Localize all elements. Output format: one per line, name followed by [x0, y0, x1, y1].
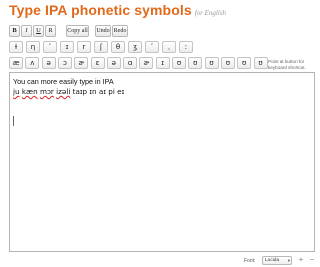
shortcut-hint: Point at button for keyboard shortcut. [268, 59, 306, 70]
font-select[interactable]: Lucida ▾ [262, 256, 292, 265]
ipa-symbol-button[interactable]: ʊ [237, 57, 252, 69]
ipa-symbol-button[interactable]: ɪ [60, 41, 74, 53]
ipa-symbol-button[interactable]: ʊ [188, 57, 203, 69]
text-caret [13, 116, 14, 126]
ipa-symbol-button[interactable]: ɑ [123, 57, 138, 69]
font-size-decrease-button[interactable]: − [307, 256, 317, 265]
ipa-symbol-button[interactable]: ː [179, 41, 193, 53]
ipa-word: izəli [56, 87, 71, 96]
bold-button[interactable]: B [9, 25, 20, 37]
chevron-down-icon: ▾ [287, 258, 290, 263]
italic-button[interactable]: I [21, 25, 32, 37]
ipa-symbol-button[interactable]: ʊ [220, 57, 235, 69]
ipa-text-editor[interactable]: You can more easily type in IPA ju kæn m… [9, 72, 315, 252]
ipa-symbol-button[interactable]: ɫ [9, 41, 23, 53]
ipa-symbol-button[interactable]: ʊ [204, 57, 219, 69]
ipa-symbol-button[interactable]: ə [41, 57, 56, 69]
font-label: Font: [244, 258, 256, 264]
ipa-word: ju [13, 87, 20, 96]
redo-button[interactable]: Redo [112, 25, 128, 37]
ipa-symbol-button[interactable]: r [77, 41, 91, 53]
ipa-word: ɪn [89, 87, 97, 96]
ipa-symbol-button[interactable]: η [26, 41, 40, 53]
remove-format-button[interactable]: R [45, 25, 56, 37]
undo-button[interactable]: Undo [95, 25, 111, 37]
ipa-word: eɪ [117, 87, 125, 96]
ipa-word: taɪp [72, 87, 88, 96]
ipa-symbol-button[interactable]: ʊ [172, 57, 186, 69]
ipa-word: mɔr [39, 87, 54, 96]
ipa-symbol-button[interactable]: ʒ [128, 41, 142, 53]
ipa-symbol-button[interactable]: ɛ [90, 57, 105, 69]
ipa-symbol-button[interactable]: ʌ [25, 57, 40, 69]
ipa-symbol-button[interactable]: ˌ [162, 41, 176, 53]
ipa-symbol-button[interactable]: ʃ [94, 41, 108, 53]
ipa-symbol-button[interactable]: ɚ [74, 57, 89, 69]
ipa-symbol-button[interactable]: ʹ [145, 41, 159, 53]
ipa-symbol-button[interactable]: ʹ [43, 41, 57, 53]
ipa-symbol-button[interactable]: ɚ [139, 57, 154, 69]
page-header: Type IPA phonetic symbols for English [9, 2, 315, 20]
ipa-symbol-button[interactable]: ə [106, 57, 121, 69]
page-subtitle: for English [194, 9, 227, 17]
ipa-symbol-button[interactable]: θ [111, 41, 125, 53]
ipa-word: aɪ [98, 87, 106, 96]
font-size-increase-button[interactable]: + [296, 256, 306, 265]
ipa-word: kæn [21, 87, 38, 96]
ipa-symbol-button[interactable]: ɪ [155, 57, 170, 69]
underline-button[interactable]: U [33, 25, 44, 37]
editor-line-english: You can more easily type in IPA [13, 77, 114, 86]
ipa-symbol-button[interactable]: æ [9, 57, 23, 69]
font-select-value: Lucida [265, 258, 280, 263]
ipa-symbol-button[interactable]: ʊ [253, 57, 268, 69]
editor-line-ipa: ju kæn mɔr izəli taɪp ɪn aɪ pi eɪ [13, 87, 124, 96]
ipa-word: pi [108, 87, 115, 96]
ipa-symbol-button[interactable]: ɔ [57, 57, 72, 69]
page-title: Type IPA phonetic symbols [9, 2, 192, 18]
copy-all-button[interactable]: Copy all [66, 25, 89, 37]
